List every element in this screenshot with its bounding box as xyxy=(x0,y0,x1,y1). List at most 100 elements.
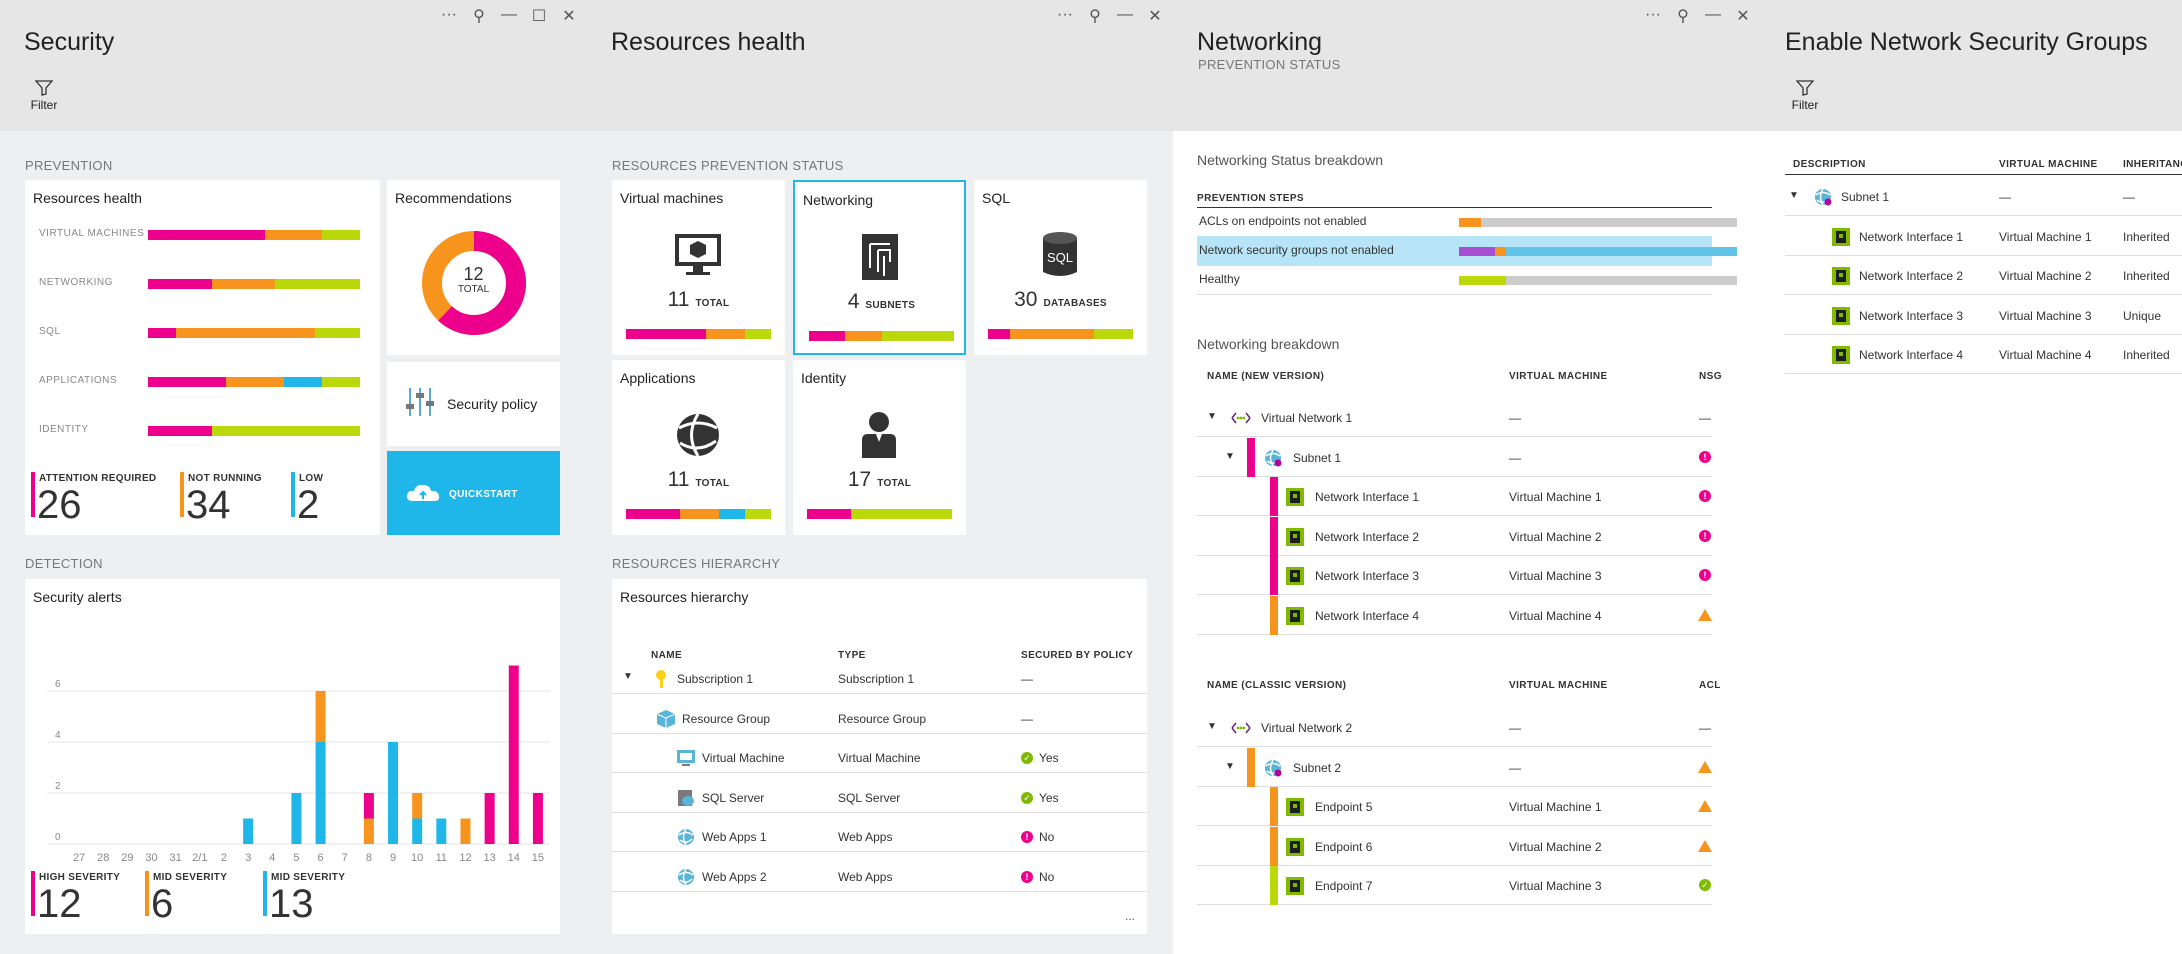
prevention-step-row[interactable]: Network security groups not enabled xyxy=(1197,236,1737,266)
resource-tile-value: 4 SUBNETS xyxy=(795,290,968,314)
bar-segment xyxy=(315,328,360,338)
close-icon[interactable]: ✕ xyxy=(1147,6,1163,26)
person-icon xyxy=(862,412,896,458)
nsg-item-inheritance: Inherited xyxy=(2123,348,2170,362)
security-blade: Security ··· ⚲ — ☐ ✕ Filter PREVENTION R… xyxy=(0,0,588,954)
warning-icon xyxy=(1698,839,1712,852)
resource-tile[interactable]: Virtual machines 11 TOTAL xyxy=(612,180,785,355)
prevention-step-row[interactable]: ACLs on endpoints not enabled xyxy=(1197,207,1737,237)
more-icon[interactable]: ··· xyxy=(1645,6,1661,26)
resources-health-tile[interactable]: Resources health VIRTUAL MACHINES NETWORK… xyxy=(25,180,380,535)
alert-bar xyxy=(532,793,543,844)
nsg-row[interactable]: Network Interface 1 Virtual Machine 1 Inhe… xyxy=(1785,217,2182,256)
classic-col-acl-header: ACL xyxy=(1699,680,1721,691)
row-divider xyxy=(612,732,1147,734)
hierarchy-row[interactable]: ▼ Subscription 1 Subscription 1 — xyxy=(612,667,1147,706)
bar-segment xyxy=(321,230,360,240)
cloud-icon xyxy=(406,484,440,501)
resource-tile[interactable]: Networking 4 SUBNETS xyxy=(793,180,966,355)
more-rows-icon[interactable]: ... xyxy=(1125,909,1135,923)
nsg-row[interactable]: Network Interface 2 Virtual Machine 2 Inhe… xyxy=(1785,256,2182,295)
expand-caret-icon[interactable]: ▼ xyxy=(1207,411,1217,422)
pin-icon[interactable]: ⚲ xyxy=(1675,6,1691,26)
hierarchy-type: Subscription 1 xyxy=(838,672,915,686)
network-tree-row[interactable]: ▼ Subnet 2 — xyxy=(1197,747,1712,787)
hierarchy-name: Resource Group xyxy=(682,711,771,726)
network-tree-row[interactable]: ▼ Virtual Network 2 — — xyxy=(1197,708,1712,747)
bar-segment xyxy=(148,230,265,240)
hierarchy-secured: No xyxy=(1039,869,1055,884)
resource-tile-bar xyxy=(626,329,771,339)
expand-caret-icon[interactable]: ▼ xyxy=(1207,721,1217,732)
bar-segment xyxy=(626,329,706,339)
x-tick-label: 2 xyxy=(221,852,227,864)
resource-tile-value: 11 TOTAL xyxy=(612,468,785,492)
network-tree-row[interactable]: Network Interface 2 Virtual Machine 2! xyxy=(1197,516,1712,556)
network-tree-row[interactable]: Network Interface 3 Virtual Machine 3! xyxy=(1197,556,1712,595)
hierarchy-row[interactable]: SQL Server SQL Server ✓ Yes xyxy=(612,786,1147,825)
nsg-item-vm: Virtual Machine 4 xyxy=(1999,348,2092,362)
hierarchy-row[interactable]: Web Apps 1 Web Apps! No xyxy=(612,825,1147,864)
hierarchy-row[interactable]: Resource Group Resource Group — xyxy=(612,707,1147,746)
resource-row-label: VIRTUAL MACHINES xyxy=(39,228,145,239)
security-alerts-title: Security alerts xyxy=(33,589,122,605)
minimize-icon[interactable]: — xyxy=(501,6,517,26)
minimize-icon[interactable]: — xyxy=(1117,6,1133,26)
resource-tile[interactable]: Identity 17 TOTAL xyxy=(793,360,966,535)
network-tree-row[interactable]: Network Interface 4 Virtual Machine 4 xyxy=(1197,595,1712,635)
expand-caret-icon[interactable]: ▼ xyxy=(1225,451,1235,462)
prevention-step-row[interactable]: Healthy xyxy=(1197,265,1737,295)
network-tree-row[interactable]: ▼ Virtual Network 1 — — xyxy=(1197,398,1712,437)
resource-row-label: IDENTITY xyxy=(39,424,89,435)
quickstart-tile[interactable]: QUICKSTART xyxy=(387,451,560,535)
nsg-item-inheritance: Inherited xyxy=(2123,269,2170,283)
maximize-icon[interactable]: ☐ xyxy=(531,6,547,26)
minimize-icon[interactable]: — xyxy=(1705,6,1721,26)
hierarchy-row[interactable]: Web Apps 2 Web Apps! No xyxy=(612,865,1147,904)
pin-icon[interactable]: ⚲ xyxy=(471,6,487,26)
resource-count: 30 xyxy=(1014,288,1038,311)
network-item-name: Virtual Network 2 xyxy=(1261,721,1353,735)
network-tree-row[interactable]: Network Interface 1 Virtual Machine 1! xyxy=(1197,477,1712,516)
close-icon[interactable]: ✕ xyxy=(1735,6,1751,26)
security-alerts-tile[interactable]: Security alerts 0 2 4 6 27 28 29 30 31 2/1 2 3 4 5 6 7 8… xyxy=(25,579,560,934)
network-tree-row[interactable]: Endpoint 7 Virtual Machine 3 ✓ xyxy=(1197,866,1712,905)
resources-hierarchy-tile: Resources hierarchy NAME TYPE SECURED BY… xyxy=(612,579,1147,934)
bar-segment xyxy=(175,328,316,338)
network-tree-row[interactable]: ▼ Subnet 1 —! xyxy=(1197,437,1712,477)
filter-button[interactable]: Filter xyxy=(1785,80,1825,112)
nsg-row[interactable]: Network Interface 3 Virtual Machine 3 Uniq… xyxy=(1785,296,2182,335)
bar-segment xyxy=(264,230,322,240)
more-icon[interactable]: ··· xyxy=(1057,6,1073,26)
bar-segment xyxy=(148,377,227,387)
network-tree-row[interactable]: Endpoint 5 Virtual Machine 1 xyxy=(1197,787,1712,826)
status-stripe xyxy=(1270,556,1278,595)
network-tree-row[interactable]: Endpoint 6 Virtual Machine 2 xyxy=(1197,826,1712,866)
pin-icon[interactable]: ⚲ xyxy=(1087,6,1103,26)
prevention-step-bar xyxy=(1459,218,1737,227)
close-icon[interactable]: ✕ xyxy=(561,6,577,26)
resource-tile[interactable]: Applications 11 TOTAL xyxy=(612,360,785,535)
hierarchy-type: Resource Group xyxy=(838,711,927,726)
recommendations-count-label: TOTAL xyxy=(457,284,490,295)
security-policy-tile[interactable]: Security policy xyxy=(387,362,560,446)
more-icon[interactable]: ··· xyxy=(441,6,457,26)
check-icon: ✓ xyxy=(1021,791,1033,804)
nsg-row[interactable]: ▼ Subnet 1 — — xyxy=(1785,177,2182,216)
expand-caret-icon[interactable]: ▼ xyxy=(1225,761,1235,772)
expand-caret-icon[interactable]: ▼ xyxy=(623,671,633,682)
hierarchy-name: Web Apps 2 xyxy=(702,869,767,884)
sql-icon: SQL xyxy=(1043,232,1077,276)
filter-button[interactable]: Filter xyxy=(24,80,64,112)
col-type-header: TYPE xyxy=(838,650,866,661)
recommendations-tile[interactable]: Recommendations 12 TOTAL xyxy=(387,180,560,355)
x-tick-label: 11 xyxy=(436,852,447,864)
resource-tile-bar xyxy=(807,509,952,519)
row-divider xyxy=(612,772,1147,773)
resource-tile[interactable]: SQL SQL 30 DATABASES xyxy=(974,180,1147,355)
expand-caret-icon[interactable]: ▼ xyxy=(1789,190,1799,201)
nsg-row[interactable]: Network Interface 4 Virtual Machine 4 Inhe… xyxy=(1785,335,2182,374)
hierarchy-row[interactable]: Virtual Machine Virtual Machine ✓ Yes xyxy=(612,746,1147,785)
row-divider xyxy=(612,851,1147,852)
nic-icon xyxy=(1286,567,1304,585)
